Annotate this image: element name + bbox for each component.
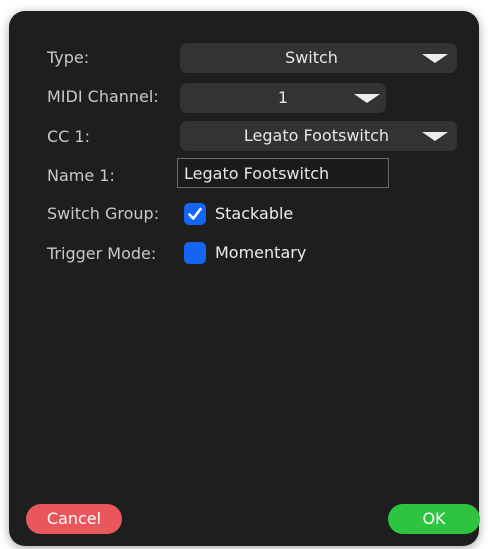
cc1-select[interactable]: Legato Footswitch bbox=[180, 121, 457, 151]
ok-button[interactable]: OK bbox=[388, 504, 480, 534]
name1-field[interactable] bbox=[177, 158, 389, 188]
cc1-select-value: Legato Footswitch bbox=[243, 126, 390, 145]
cc1-label: CC 1: bbox=[47, 127, 90, 146]
controller-settings-dialog: Type: Switch MIDI Channel: 1 CC 1: Legat… bbox=[9, 11, 480, 546]
stackable-option-label: Stackable bbox=[215, 204, 294, 223]
chevron-down-icon bbox=[354, 94, 380, 103]
stackable-checkbox[interactable] bbox=[184, 203, 206, 225]
cancel-button[interactable]: Cancel bbox=[26, 504, 122, 534]
chevron-down-icon bbox=[422, 54, 448, 63]
type-label: Type: bbox=[47, 48, 90, 67]
type-select[interactable]: Switch bbox=[180, 43, 457, 73]
midi-channel-select[interactable]: 1 bbox=[180, 83, 386, 113]
type-select-value: Switch bbox=[285, 48, 338, 67]
checkmark-icon bbox=[188, 207, 202, 220]
switch-group-label: Switch Group: bbox=[47, 204, 160, 223]
name1-label: Name 1: bbox=[47, 166, 115, 185]
chevron-down-icon bbox=[422, 132, 448, 141]
trigger-mode-label: Trigger Mode: bbox=[47, 244, 157, 263]
momentary-option-label: Momentary bbox=[215, 243, 307, 262]
midi-channel-label: MIDI Channel: bbox=[47, 87, 159, 106]
momentary-checkbox[interactable] bbox=[184, 242, 206, 264]
